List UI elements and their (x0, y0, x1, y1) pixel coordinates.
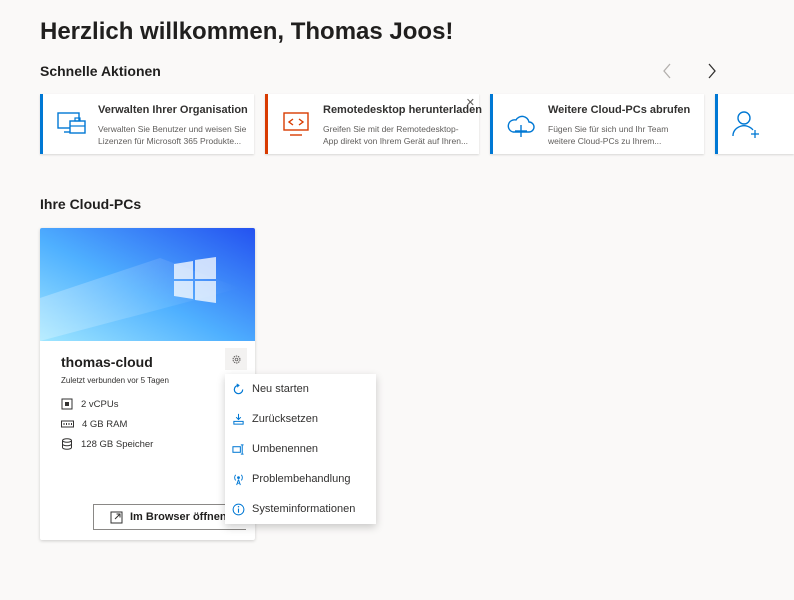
chevron-right-icon (708, 63, 716, 79)
menu-item-label: Umbenennen (252, 443, 319, 455)
quick-action-manage-organization[interactable]: Verwalten Ihrer Organisation Verwalten S… (40, 94, 254, 154)
gear-icon (232, 355, 240, 363)
restart-icon (233, 382, 244, 394)
menu-item-restart[interactable]: Neu starten (225, 374, 376, 404)
quick-action-title: Verwalten Ihrer Organisation (98, 104, 248, 116)
quick-action-description: Greifen Sie mit der Remotedesktop-App di… (323, 124, 469, 146)
cloud-add-icon (507, 115, 535, 137)
menu-item-label: Systeminformationen (252, 503, 356, 515)
cloud-pc-name: thomas-cloud (61, 354, 153, 370)
quick-actions-title: Schnelle Aktionen (40, 63, 161, 79)
windows-wallpaper (40, 228, 255, 341)
spec-label: 4 GB RAM (82, 418, 128, 430)
quick-action-add-user[interactable] (715, 94, 794, 154)
chevron-left-icon (663, 63, 671, 79)
carousel-prev-button[interactable] (655, 60, 679, 82)
spec-label: 2 vCPUs (81, 398, 119, 410)
cpu-icon (61, 398, 73, 410)
menu-item-label: Zurücksetzen (252, 413, 319, 425)
cloud-pc-settings-button[interactable] (225, 348, 247, 370)
open-in-browser-label: Im Browser öffnen (130, 511, 227, 523)
remote-desktop-icon (283, 112, 309, 136)
quick-action-description: Fügen Sie für sich und Ihr Team weitere … (548, 124, 669, 146)
menu-item-reset[interactable]: Zurücksetzen (225, 404, 376, 434)
quick-action-download-remote-desktop[interactable]: Remotedesktop herunterladen Greifen Sie … (265, 94, 482, 154)
reset-icon (233, 413, 244, 425)
organization-icon (57, 112, 86, 134)
spec-cpu: 2 vCPUs (61, 398, 118, 410)
open-external-icon (110, 511, 123, 523)
quick-action-get-more-cloud-pcs[interactable]: Weitere Cloud-PCs abrufen Fügen Sie für … (490, 94, 704, 154)
spec-ram: 4 GB RAM (61, 418, 127, 430)
page-title: Herzlich willkommen, Thomas Joos! (40, 18, 454, 45)
quick-action-description: Verwalten Sie Benutzer und weisen Sie Li… (98, 124, 247, 146)
close-icon[interactable]: ✕ (466, 97, 475, 109)
spec-storage: 128 GB Speicher (61, 438, 153, 450)
cloud-pc-context-menu: Neu starten Zurücksetzen Umbenennen Prob… (225, 374, 376, 524)
menu-item-label: Problembehandlung (252, 473, 351, 485)
info-icon (232, 503, 245, 515)
spec-label: 128 GB Speicher (81, 438, 154, 450)
quick-action-title: Weitere Cloud-PCs abrufen (548, 104, 691, 116)
troubleshoot-icon (234, 474, 243, 485)
menu-item-label: Neu starten (252, 383, 309, 395)
carousel-next-button[interactable] (700, 60, 724, 82)
ram-icon (61, 420, 74, 428)
storage-icon (62, 438, 72, 450)
cloud-pcs-title: Ihre Cloud-PCs (40, 196, 142, 212)
menu-item-rename[interactable]: Umbenennen (225, 434, 376, 464)
last-connected-text: Zuletzt verbunden vor 5 Tagen (61, 376, 169, 385)
menu-item-system-info[interactable]: Systeminformationen (225, 494, 376, 524)
menu-item-troubleshoot[interactable]: Problembehandlung (225, 464, 376, 494)
quick-action-title: Remotedesktop herunterladen (323, 104, 482, 116)
person-add-icon (732, 111, 759, 138)
cloud-pc-card: thomas-cloud Zuletzt verbunden vor 5 Tag… (40, 228, 255, 540)
open-in-browser-button[interactable]: Im Browser öffnen (93, 504, 246, 530)
rename-icon (232, 443, 244, 455)
